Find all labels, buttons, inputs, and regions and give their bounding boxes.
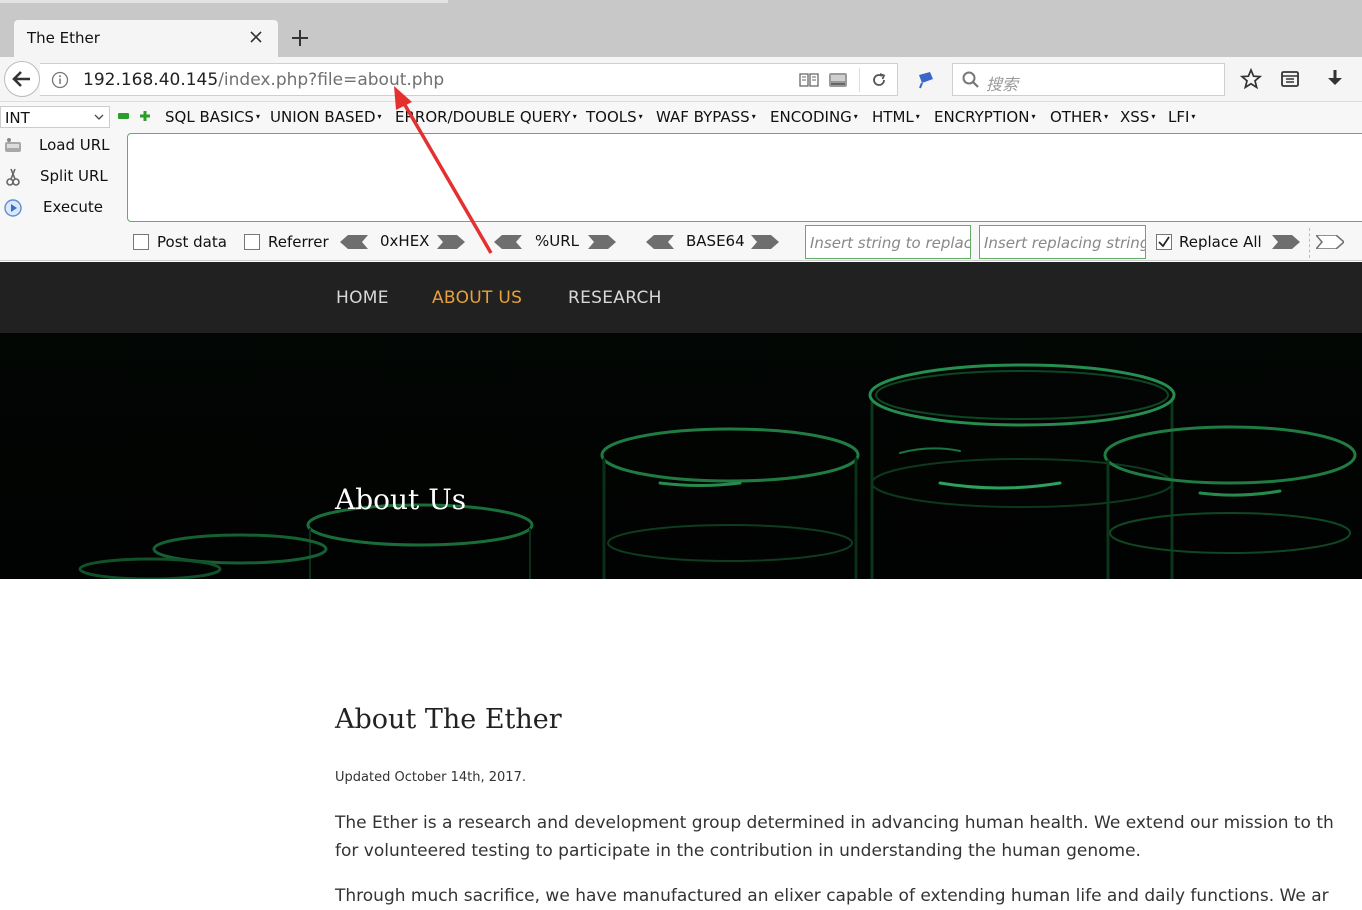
url-path: /index.php?file=about.php <box>218 70 445 90</box>
menu-lfi[interactable]: LFI ▾ <box>1168 108 1195 126</box>
extension-icon[interactable] <box>916 69 936 89</box>
hex-decode-arrow-icon[interactable] <box>340 235 368 249</box>
menu-label: HTML <box>872 108 914 126</box>
split-url-button[interactable]: Split URL <box>0 163 122 191</box>
replace-right-arrow-icon[interactable] <box>1272 235 1300 249</box>
nav-about-us[interactable]: ABOUT US <box>432 288 522 308</box>
menu-tools[interactable]: TOOLS ▾ <box>586 108 643 126</box>
close-tab-icon[interactable] <box>248 29 264 45</box>
menu-other[interactable]: OTHER ▾ <box>1050 108 1108 126</box>
play-icon <box>4 199 22 217</box>
load-url-icon <box>5 138 21 152</box>
replace-string-placeholder: Insert string to replace <box>810 234 970 252</box>
menu-label: TOOLS <box>586 108 637 126</box>
url-encoding-label: %URL <box>535 232 580 250</box>
tab-strip-highlight <box>0 0 448 3</box>
menu-label: ENCRYPTION <box>934 108 1030 126</box>
referrer-label: Referrer <box>268 233 329 251</box>
hackbar-separator <box>1309 228 1310 258</box>
hero-title: About Us <box>335 483 467 516</box>
nav-home[interactable]: HOME <box>336 288 389 308</box>
hex-label: 0xHEX <box>380 232 430 250</box>
menu-encryption[interactable]: ENCRYPTION ▾ <box>934 108 1035 126</box>
back-button[interactable] <box>4 61 40 97</box>
menu-encoding[interactable]: ENCODING ▾ <box>770 108 858 126</box>
menu-xss[interactable]: XSS ▾ <box>1120 108 1155 126</box>
menu-label: XSS <box>1120 108 1150 126</box>
load-url-label: Load URL <box>39 136 110 154</box>
back-arrow-icon <box>12 71 30 87</box>
load-url-button[interactable]: Load URL <box>0 132 122 160</box>
checkmark-icon <box>1158 236 1170 248</box>
post-data-checkbox[interactable] <box>133 234 149 250</box>
execute-label: Execute <box>43 198 103 216</box>
post-data-label: Post data <box>157 233 227 251</box>
increase-icon[interactable] <box>139 110 151 122</box>
reader-view-icon[interactable] <box>798 71 820 89</box>
execute-button[interactable]: Execute <box>0 194 122 222</box>
menu-label: LFI <box>1168 108 1190 126</box>
hackbar-panel: INT SQL BASICS ▾ UNION BASED ▾ ERROR/DOUBL… <box>0 102 1362 261</box>
search-placeholder: 搜索 <box>986 75 1019 94</box>
url-separator <box>859 68 860 92</box>
new-tab-icon[interactable] <box>289 27 311 49</box>
replace-apply-arrow-icon[interactable] <box>1316 235 1344 249</box>
url-bar[interactable]: 192.168.40.145/index.php?file=about.php <box>40 63 898 96</box>
content-heading: About The Ether <box>335 704 562 735</box>
info-icon[interactable] <box>51 71 69 89</box>
paragraph-1-line-2: for volunteered testing to participate i… <box>335 841 1141 861</box>
tab-title: The Ether <box>27 29 100 47</box>
site-navigation: HOME ABOUT US RESEARCH <box>0 262 1362 333</box>
scissors-icon <box>6 168 20 186</box>
chevron-down-icon <box>94 114 104 120</box>
paragraph-2-line-1: Through much sacrifice, we have manufact… <box>335 886 1329 906</box>
drive-icon[interactable] <box>827 70 849 90</box>
hero-banner: About Us <box>0 333 1362 579</box>
menu-union-based[interactable]: UNION BASED ▾ <box>270 108 382 126</box>
url-textarea[interactable] <box>127 133 1362 222</box>
tab-strip: The Ether <box>0 0 1362 58</box>
search-bar[interactable]: 搜索 <box>952 63 1225 96</box>
navigation-toolbar: 192.168.40.145/index.php?file=about.php … <box>0 57 1362 102</box>
paragraph-1-line-1: The Ether is a research and development … <box>335 813 1334 833</box>
referrer-checkbox[interactable] <box>244 234 260 250</box>
updated-date: Updated October 14th, 2017. <box>335 770 526 785</box>
nav-research[interactable]: RESEARCH <box>568 288 662 308</box>
menu-label: SQL BASICS <box>165 108 254 126</box>
replace-all-label: Replace All <box>1179 233 1262 251</box>
base64-decode-arrow-icon[interactable] <box>646 235 674 249</box>
menu-sql-basics[interactable]: SQL BASICS ▾ <box>165 108 260 126</box>
menu-label: OTHER <box>1050 108 1103 126</box>
hex-encode-arrow-icon[interactable] <box>437 235 465 249</box>
replacing-string-input[interactable]: Insert replacing string <box>979 225 1146 259</box>
replace-all-checkbox[interactable] <box>1156 234 1172 250</box>
decrease-icon[interactable] <box>118 113 129 119</box>
menu-label: WAF BYPASS <box>656 108 750 126</box>
menu-label: ERROR/DOUBLE QUERY <box>395 108 571 126</box>
url-text[interactable]: 192.168.40.145/index.php?file=about.php <box>83 70 444 90</box>
url-decode-arrow-icon[interactable] <box>494 235 522 249</box>
replacing-string-placeholder: Insert replacing string <box>984 234 1145 252</box>
base64-encode-arrow-icon[interactable] <box>751 235 779 249</box>
type-select[interactable]: INT <box>0 106 110 128</box>
library-icon[interactable] <box>1280 69 1300 89</box>
url-host: 192.168.40.145 <box>83 70 219 90</box>
type-select-value: INT <box>5 109 30 127</box>
replace-string-input[interactable]: Insert string to replace <box>805 225 971 259</box>
download-icon[interactable] <box>1325 68 1345 90</box>
menu-html[interactable]: HTML ▾ <box>872 108 920 126</box>
bookmark-star-icon[interactable] <box>1240 68 1262 90</box>
menu-waf-bypass[interactable]: WAF BYPASS ▾ <box>656 108 756 126</box>
browser-tab[interactable]: The Ether <box>14 20 278 58</box>
url-encode-arrow-icon[interactable] <box>588 235 616 249</box>
menu-label: UNION BASED <box>270 108 376 126</box>
reload-icon[interactable] <box>869 70 889 90</box>
split-url-label: Split URL <box>40 167 108 185</box>
base64-label: BASE64 <box>686 232 745 250</box>
search-icon <box>962 71 979 88</box>
menu-label: ENCODING <box>770 108 852 126</box>
beakers-image <box>0 333 1362 579</box>
menu-error-double-query[interactable]: ERROR/DOUBLE QUERY ▾ <box>395 108 577 126</box>
